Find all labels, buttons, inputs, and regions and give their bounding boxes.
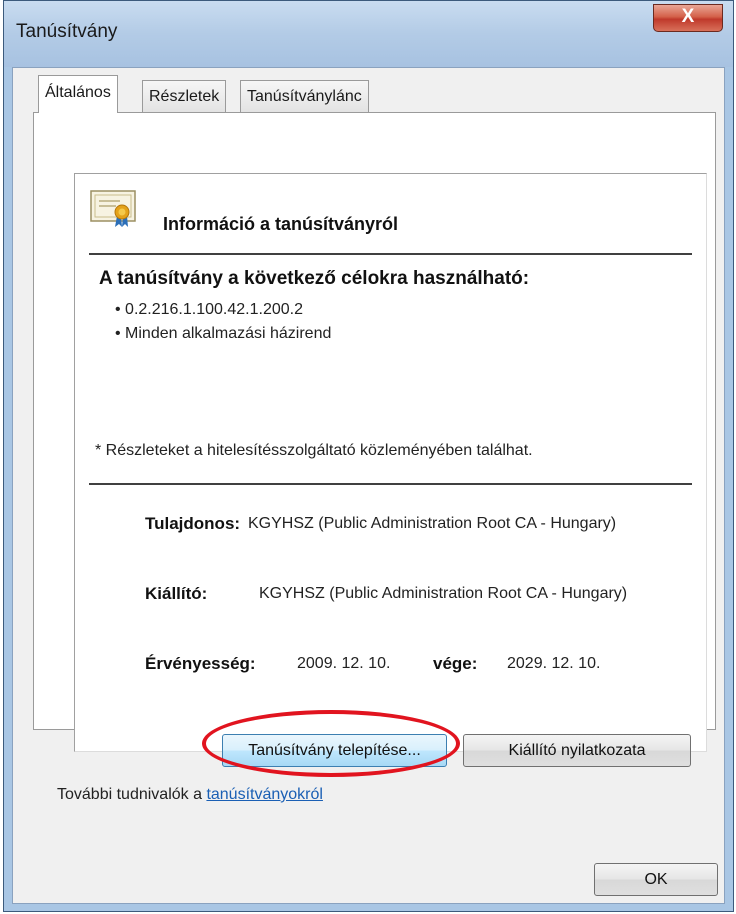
footnote: * Részleteket a hitelesítésszolgáltató k… bbox=[95, 442, 533, 459]
purpose-item: • 0.2.216.1.100.42.1.200.2 bbox=[115, 301, 303, 318]
more-info-text: További tudnivalók a tanúsítványokról bbox=[57, 786, 323, 803]
tab-details-label: Részletek bbox=[149, 88, 220, 105]
tab-general[interactable]: Általános bbox=[38, 75, 118, 113]
validity-to-label: vége: bbox=[433, 654, 478, 673]
certificate-info-box: Információ a tanúsítványról A tanúsítván… bbox=[74, 173, 707, 752]
divider-bottom bbox=[89, 483, 692, 485]
tab-general-label: Általános bbox=[45, 84, 111, 101]
install-certificate-button[interactable]: Tanúsítvány telepítése... bbox=[222, 734, 447, 767]
certificate-dialog: Tanúsítvány X Általános Részletek Tanúsí… bbox=[3, 0, 734, 912]
title-bar[interactable]: Tanúsítvány X bbox=[4, 1, 733, 67]
certificate-icon bbox=[90, 190, 136, 227]
ok-button[interactable]: OK bbox=[594, 863, 718, 896]
issuer-statement-button[interactable]: Kiállító nyilatkozata bbox=[463, 734, 691, 767]
window-title: Tanúsítvány bbox=[16, 21, 118, 42]
certificates-help-link[interactable]: tanúsítványokról bbox=[206, 786, 323, 803]
info-title: Információ a tanúsítványról bbox=[163, 214, 399, 234]
validity-label: Érvényesség: bbox=[145, 654, 256, 673]
tab-panel-general: Információ a tanúsítványról A tanúsítván… bbox=[33, 112, 716, 752]
divider-top bbox=[89, 253, 692, 255]
issuer-label: Kiállító: bbox=[145, 584, 208, 603]
close-button[interactable]: X bbox=[653, 4, 723, 32]
owner-value: KGYHSZ (Public Administration Root CA - … bbox=[248, 515, 617, 532]
validity-from: 2009. 12. 10. bbox=[297, 655, 391, 672]
owner-label: Tulajdonos: bbox=[145, 514, 241, 533]
dialog-body: Általános Részletek Tanúsítványlánc Info… bbox=[12, 67, 725, 904]
purpose-item: • Minden alkalmazási házirend bbox=[115, 325, 332, 342]
tab-certification-path-label: Tanúsítványlánc bbox=[247, 88, 362, 105]
tab-certification-path[interactable]: Tanúsítványlánc bbox=[240, 80, 369, 112]
validity-to: 2029. 12. 10. bbox=[507, 655, 601, 672]
issuer-value: KGYHSZ (Public Administration Root CA - … bbox=[259, 585, 628, 602]
close-icon: X bbox=[681, 6, 695, 27]
purpose-heading: A tanúsítvány a következő célokra haszná… bbox=[99, 268, 530, 289]
tab-details[interactable]: Részletek bbox=[142, 80, 227, 112]
